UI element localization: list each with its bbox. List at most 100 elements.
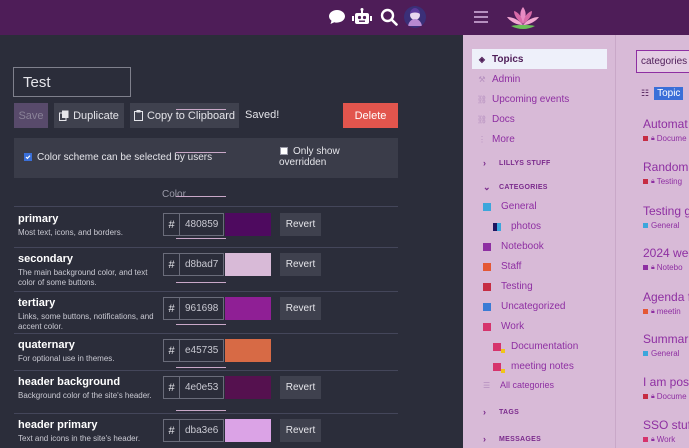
topic-category-badge[interactable]: 🔒︎ Docume	[643, 134, 687, 143]
revert-button[interactable]: Revert	[280, 376, 321, 399]
color-swatch[interactable]	[225, 419, 271, 442]
search-icon[interactable]	[379, 7, 399, 27]
topic-title[interactable]: Random	[643, 160, 688, 174]
topic-category-label: meetin	[656, 307, 681, 316]
section-messages[interactable]: › MESSAGES	[483, 434, 541, 444]
revert-button[interactable]: Revert	[280, 297, 321, 320]
category-label: Staff	[501, 261, 522, 272]
section-messages-label: MESSAGES	[499, 435, 542, 443]
sidebar-item-admin[interactable]: ⚒ Admin	[472, 69, 607, 89]
revert-button[interactable]: Revert	[280, 213, 321, 236]
topic-title[interactable]: I am pos	[643, 375, 689, 389]
robot-icon[interactable]	[352, 7, 372, 27]
section-lillys-stuff[interactable]: › LILLYS STUFF	[483, 158, 551, 168]
category-item[interactable]: Testing	[483, 281, 533, 292]
color-scheme-editor: Test Save Duplicate Copy to Clipboard Sa…	[0, 0, 463, 448]
table-divider	[14, 206, 398, 207]
sidebar-item-more[interactable]: ⋮ More	[472, 129, 607, 149]
color-description: Most text, icons, and borders.	[18, 228, 123, 237]
category-dot	[643, 223, 648, 228]
hash-prefix: #	[163, 339, 180, 362]
topic-tab-label: Topic	[654, 87, 684, 100]
hex-input[interactable]: e45735	[180, 339, 224, 362]
sidebar-item-topics[interactable]: ◈ Topics	[472, 49, 607, 69]
topic-column-header[interactable]: ☷ Topic	[641, 87, 684, 100]
category-item[interactable]: Uncategorized	[483, 301, 565, 312]
copy-to-clipboard-button[interactable]: Copy to Clipboard	[130, 103, 239, 128]
user-selectable-checkbox[interactable]	[24, 153, 32, 161]
section-categories[interactable]: ⌄ CATEGORIES	[483, 182, 548, 193]
duplicate-button[interactable]: Duplicate	[54, 103, 124, 128]
sidebar-item-docs[interactable]: ⛓ Docs	[472, 109, 607, 129]
topic-category-badge[interactable]: 🔒︎ Docume	[643, 392, 687, 401]
hex-input[interactable]: dba3e6	[180, 419, 224, 442]
table-divider	[14, 247, 398, 248]
topic-title[interactable]: Summar	[643, 332, 688, 346]
revert-button[interactable]: Revert	[280, 419, 321, 442]
sidebar-item-label: Docs	[492, 113, 515, 125]
all-categories-label: All categories	[500, 380, 555, 390]
category-label: Notebook	[501, 241, 544, 252]
lock-icon: 🔒︎	[651, 263, 655, 271]
topic-category-label: Docume	[656, 134, 687, 143]
color-swatch[interactable]	[225, 339, 271, 362]
topic-divider	[176, 282, 226, 283]
scheme-name-input[interactable]: Test	[13, 67, 131, 97]
section-tags-label: TAGS	[499, 408, 520, 416]
topic-category-badge[interactable]: 🔒︎ Notebo	[643, 263, 683, 272]
category-dot	[643, 309, 648, 314]
category-item[interactable]: meeting notes	[493, 361, 574, 373]
chat-icon[interactable]	[327, 7, 347, 27]
topic-title[interactable]: Automat	[643, 117, 688, 131]
category-color-square	[483, 302, 491, 311]
topic-category-badge[interactable]: General	[643, 349, 679, 358]
hex-input[interactable]: d8bad7	[180, 253, 224, 276]
all-categories-link[interactable]: ☰ All categories	[483, 380, 554, 390]
category-item[interactable]: Notebook	[483, 241, 544, 252]
category-label: Documentation	[511, 341, 579, 352]
sidebar-item-upcoming-events[interactable]: ⛓ Upcoming events	[472, 89, 607, 109]
category-filter-dropdown[interactable]: categories	[636, 50, 689, 73]
topic-category-badge[interactable]: 🔒︎ meetin	[643, 307, 681, 316]
topic-category-badge[interactable]: 🔒︎ Work	[643, 435, 675, 444]
category-item[interactable]: General	[483, 201, 537, 212]
color-name: header background	[18, 376, 121, 388]
category-item[interactable]: Work	[483, 321, 524, 332]
saved-status: Saved!	[245, 109, 280, 121]
category-item[interactable]: photos	[493, 221, 541, 232]
lock-icon: 🔒︎	[651, 392, 655, 400]
lotus-logo[interactable]	[503, 4, 543, 37]
revert-button[interactable]: Revert	[280, 253, 321, 276]
list-icon: ☰	[483, 380, 491, 390]
delete-button[interactable]: Delete	[343, 103, 398, 128]
topic-category-badge[interactable]: General	[643, 221, 679, 230]
hex-input[interactable]: 4e0e53	[180, 376, 224, 399]
color-swatch[interactable]	[225, 297, 271, 320]
topic-title[interactable]: Testing g	[643, 204, 689, 218]
hex-input[interactable]: 480859	[180, 213, 224, 236]
topic-title[interactable]: SSO stuff	[643, 418, 689, 432]
topic-divider	[176, 238, 226, 239]
topic-category-badge[interactable]: 🔒︎ Testing	[643, 177, 682, 186]
color-swatch[interactable]	[225, 376, 271, 399]
avatar[interactable]	[404, 6, 426, 28]
category-item[interactable]: Documentation	[493, 341, 579, 353]
hex-input[interactable]: 961698	[180, 297, 224, 320]
color-swatch[interactable]	[225, 213, 271, 236]
topic-category-label: Testing	[656, 177, 683, 186]
topic-title[interactable]: 2024 wee	[643, 246, 689, 260]
user-selectable-label: Color scheme can be selected by users	[37, 152, 213, 163]
sidebar-item-label: Admin	[492, 73, 521, 85]
hamburger-icon[interactable]	[474, 10, 488, 29]
save-button[interactable]: Save	[14, 103, 48, 128]
topic-title[interactable]: Agenda f	[643, 290, 689, 304]
category-dot	[643, 394, 648, 399]
color-swatch[interactable]	[225, 253, 271, 276]
duplicate-label: Duplicate	[73, 109, 119, 122]
section-tags[interactable]: › TAGS	[483, 407, 519, 417]
category-item[interactable]: Staff	[483, 261, 521, 272]
category-color-square	[483, 282, 491, 291]
category-color-square	[493, 362, 505, 373]
calendar-icon: ⛓	[476, 94, 488, 104]
chevron-right-icon: ›	[483, 407, 487, 417]
